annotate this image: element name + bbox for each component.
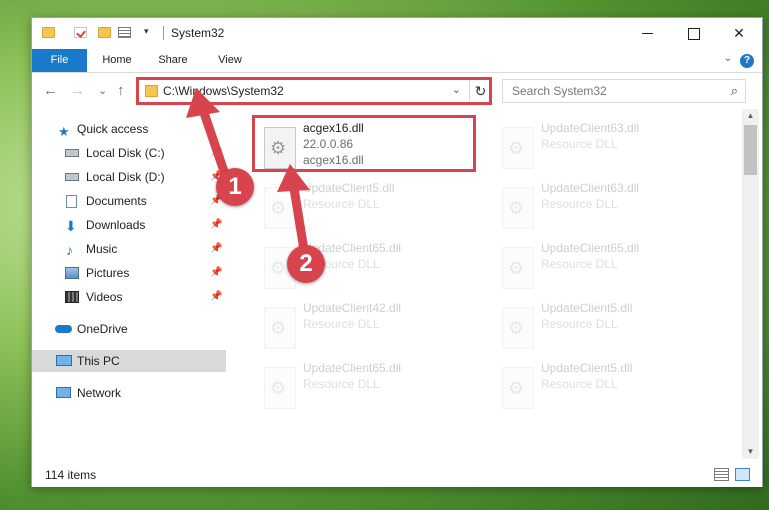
callout-arrow-2 — [288, 177, 309, 255]
step-1-badge: 1 — [216, 168, 254, 206]
callout-arrows — [186, 88, 310, 255]
callout-arrowhead-2 — [277, 164, 310, 192]
step-2-badge: 2 — [287, 245, 325, 283]
callout-arrowhead-1 — [186, 88, 220, 118]
